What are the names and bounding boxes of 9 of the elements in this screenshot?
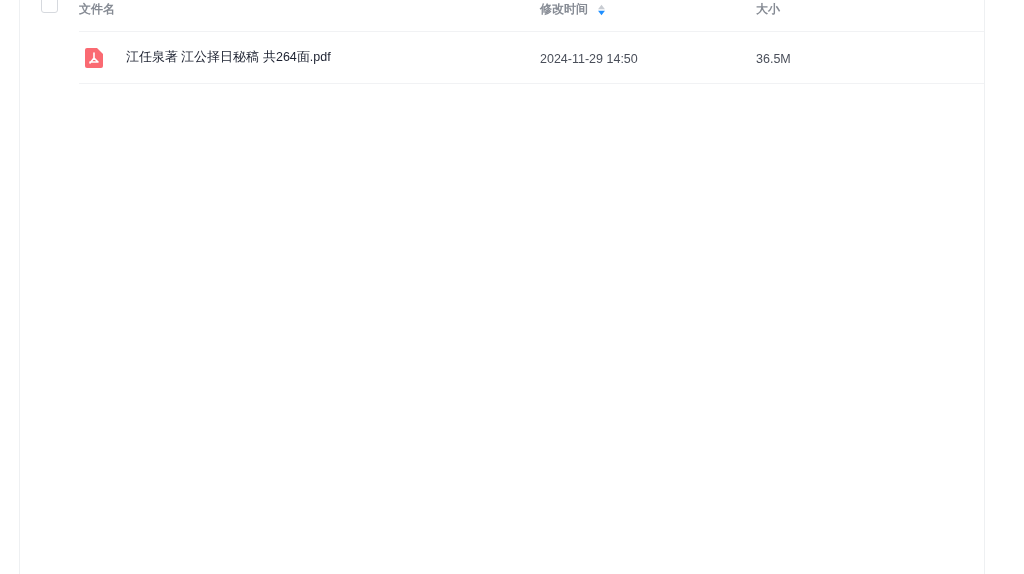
pdf-file-icon bbox=[85, 47, 103, 68]
file-name[interactable]: 江任泉著 江公择日秘稿 共264面.pdf bbox=[126, 49, 331, 66]
column-header[interactable]: 大小 bbox=[756, 1, 780, 18]
column-header[interactable]: 文件名 bbox=[79, 1, 115, 18]
file-size: 36.5M bbox=[756, 51, 791, 66]
sort-icon[interactable] bbox=[597, 3, 606, 16]
modified-time: 2024-11-29 14:50 bbox=[540, 51, 638, 66]
select-all-checkbox[interactable] bbox=[41, 0, 58, 13]
column-header[interactable]: 修改时间 bbox=[540, 1, 588, 18]
